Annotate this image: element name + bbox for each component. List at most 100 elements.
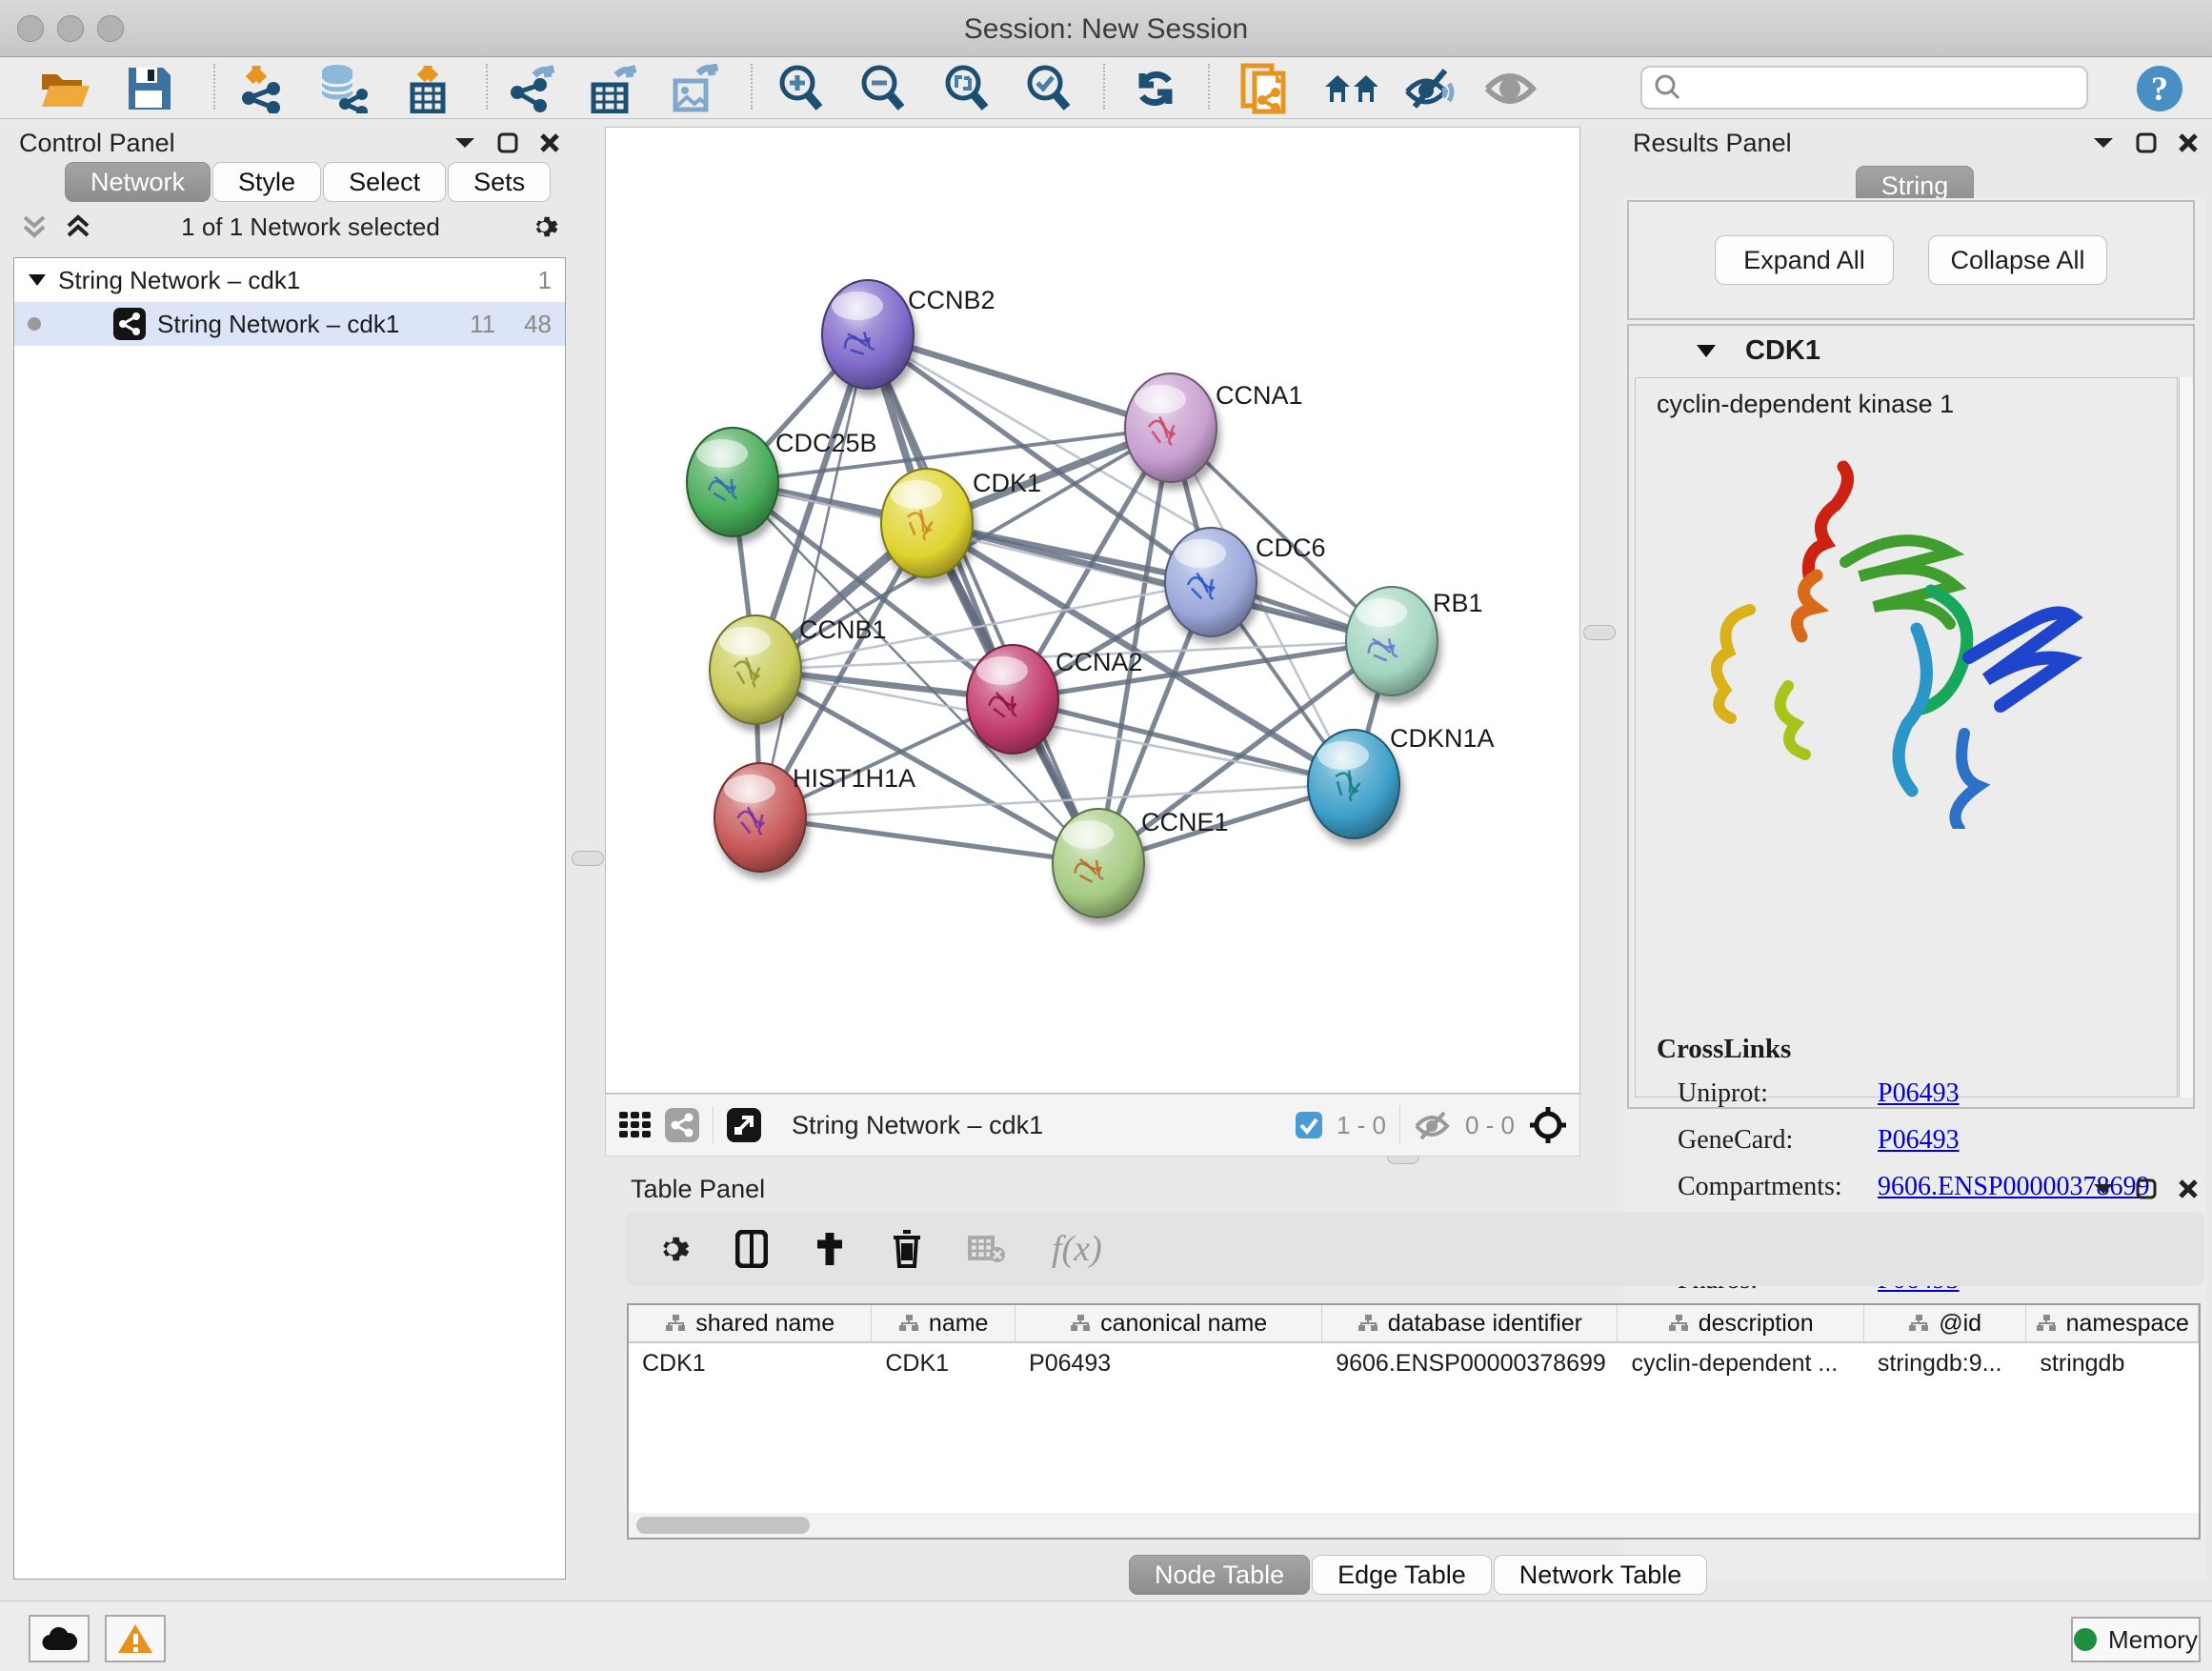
table-panel: Table Panel f(x) shared namenamecanonica… (617, 1170, 2212, 1601)
warnings-button[interactable] (105, 1615, 166, 1662)
import-table-icon[interactable] (400, 61, 455, 116)
cell-database-identifier[interactable]: 9606.ENSP00000378699 (1322, 1350, 1618, 1378)
search-input[interactable] (1682, 73, 2063, 103)
share-network-icon[interactable] (665, 1108, 699, 1142)
expand-all-button[interactable]: Expand All (1715, 235, 1894, 285)
tree-expand-icon[interactable] (28, 273, 47, 287)
edge-CCNB2-CCNA1[interactable] (868, 334, 1171, 428)
crosslink-link[interactable]: P06493 (1878, 1125, 1960, 1156)
birdseye-grid-icon[interactable] (617, 1108, 652, 1142)
zoom-selected-icon[interactable] (1021, 61, 1076, 116)
node-CCNB2[interactable] (822, 280, 914, 389)
tab-network-table[interactable]: Network Table (1494, 1555, 1708, 1595)
close-panel-icon[interactable] (2178, 132, 2199, 153)
zoom-fit-icon[interactable] (939, 61, 995, 116)
column-header-@id[interactable]: @id (1864, 1305, 2027, 1341)
tab-sets[interactable]: Sets (448, 162, 551, 202)
expand-all-tree-icon[interactable] (65, 214, 91, 239)
crosslink-link[interactable]: P06493 (1878, 1078, 1960, 1109)
table-horizontal-scrollbar[interactable] (629, 1513, 2199, 1538)
export-image-icon[interactable] (667, 61, 722, 116)
export-network-icon[interactable] (503, 61, 558, 116)
help-icon[interactable]: ? (2132, 61, 2187, 116)
fit-selected-crosshair-icon[interactable] (1528, 1105, 1568, 1145)
cell-@id[interactable]: stringdb:9... (1864, 1350, 2027, 1378)
export-table-icon[interactable] (585, 61, 640, 116)
hide-selected-icon[interactable] (1402, 61, 1458, 116)
new-network-from-selection-icon[interactable] (1238, 61, 1294, 116)
tab-edge-table[interactable]: Edge Table (1312, 1555, 1492, 1595)
column-header-database-identifier[interactable]: database identifier (1322, 1305, 1618, 1341)
cell-name[interactable]: CDK1 (872, 1350, 1016, 1378)
results-scrollbar[interactable] (2179, 377, 2193, 1097)
float-panel-icon[interactable] (2136, 132, 2157, 153)
tab-style[interactable]: Style (212, 162, 321, 202)
right-splitter-handle[interactable] (1583, 625, 1616, 640)
save-session-icon[interactable] (122, 61, 177, 116)
scrollbar-thumb[interactable] (636, 1517, 810, 1534)
delete-column-icon[interactable] (892, 1230, 922, 1268)
network-canvas[interactable]: CCNB2CCNA1CDC25BCDK1CDC6RB1CCNB1CCNA2CDK… (605, 127, 1580, 1094)
show-all-icon[interactable] (1482, 61, 1538, 116)
close-panel-icon[interactable] (539, 132, 560, 153)
control-panel-tabs: NetworkStyleSelectSets (65, 162, 573, 202)
network-options-gear-icon[interactable] (530, 212, 558, 241)
tab-node-table[interactable]: Node Table (1129, 1555, 1310, 1595)
collapse-all-tree-icon[interactable] (21, 214, 48, 239)
memory-button[interactable]: Memory (2071, 1617, 2201, 1662)
refresh-icon[interactable] (1128, 61, 1183, 116)
node-CCNB1[interactable] (710, 615, 801, 724)
entry-collapse-icon[interactable] (1696, 344, 1717, 358)
column-header-description[interactable]: description (1618, 1305, 1863, 1341)
create-column-icon[interactable] (814, 1231, 846, 1267)
network-graph[interactable]: CCNB2CCNA1CDC25BCDK1CDC6RB1CCNB1CCNA2CDK… (606, 128, 1579, 1093)
node-RB1[interactable] (1346, 587, 1438, 695)
node-CCNA1[interactable] (1125, 373, 1217, 482)
collapse-panel-icon[interactable] (453, 135, 476, 151)
import-network-from-file-icon[interactable] (232, 61, 288, 116)
open-session-icon[interactable] (38, 61, 93, 116)
column-header-name[interactable]: name (872, 1305, 1016, 1341)
tab-select[interactable]: Select (323, 162, 446, 202)
open-in-browser-icon[interactable] (727, 1108, 761, 1142)
collapse-panel-icon[interactable] (2092, 1181, 2115, 1197)
network-collection-row[interactable]: String Network – cdk1 1 (14, 258, 565, 302)
cell-shared-name[interactable]: CDK1 (629, 1350, 872, 1378)
show-columns-icon[interactable] (735, 1230, 768, 1268)
zoom-in-icon[interactable] (774, 61, 829, 116)
collapse-panel-icon[interactable] (2092, 135, 2115, 151)
node-CCNE1[interactable] (1053, 809, 1144, 917)
close-panel-icon[interactable] (2178, 1178, 2199, 1199)
crosslink-row: GeneCard:P06493 (1657, 1125, 2149, 1156)
cell-canonical-name[interactable]: P06493 (1016, 1350, 1322, 1378)
memory-label: Memory (2108, 1625, 2198, 1655)
node-CDK1[interactable] (881, 469, 973, 577)
zoom-out-icon[interactable] (855, 61, 911, 116)
selected-checkbox-icon[interactable] (1295, 1111, 1323, 1139)
edge-HIST1H1A-CCNE1[interactable] (760, 817, 1098, 863)
search-box[interactable] (1640, 66, 2088, 110)
network-row[interactable]: String Network – cdk1 11 48 (14, 302, 565, 346)
cloud-status-button[interactable] (29, 1615, 90, 1662)
table-settings-gear-icon[interactable] (655, 1232, 690, 1266)
cell-namespace[interactable]: stringdb (2026, 1350, 2199, 1378)
column-header-namespace[interactable]: namespace (2026, 1305, 2199, 1341)
column-header-canonical-name[interactable]: canonical name (1016, 1305, 1322, 1341)
node-CDC6[interactable] (1165, 528, 1257, 636)
cell-description[interactable]: cyclin-dependent ... (1618, 1350, 1863, 1378)
tab-network[interactable]: Network (65, 162, 211, 202)
import-network-from-database-icon[interactable] (314, 61, 370, 116)
network-view-toolbar: String Network – cdk1 1 - 0 0 - 0 (605, 1094, 1580, 1157)
node-CDKN1A[interactable] (1308, 730, 1399, 838)
left-splitter-handle[interactable] (572, 851, 604, 866)
collapse-all-button[interactable]: Collapse All (1928, 235, 2107, 285)
float-panel-icon[interactable] (2136, 1178, 2157, 1199)
first-neighbors-icon[interactable] (1322, 61, 1377, 116)
node-CDC25B[interactable] (687, 428, 778, 536)
column-header-shared-name[interactable]: shared name (629, 1305, 872, 1341)
control-panel: Control Panel NetworkStyleSelectSets 1 o… (6, 124, 573, 1587)
node-CCNA2[interactable] (967, 645, 1058, 754)
node-label-CDC6: CDC6 (1256, 534, 1326, 562)
table-row[interactable]: CDK1CDK1P064939606.ENSP00000378699cyclin… (629, 1343, 2199, 1383)
float-panel-icon[interactable] (497, 132, 518, 153)
